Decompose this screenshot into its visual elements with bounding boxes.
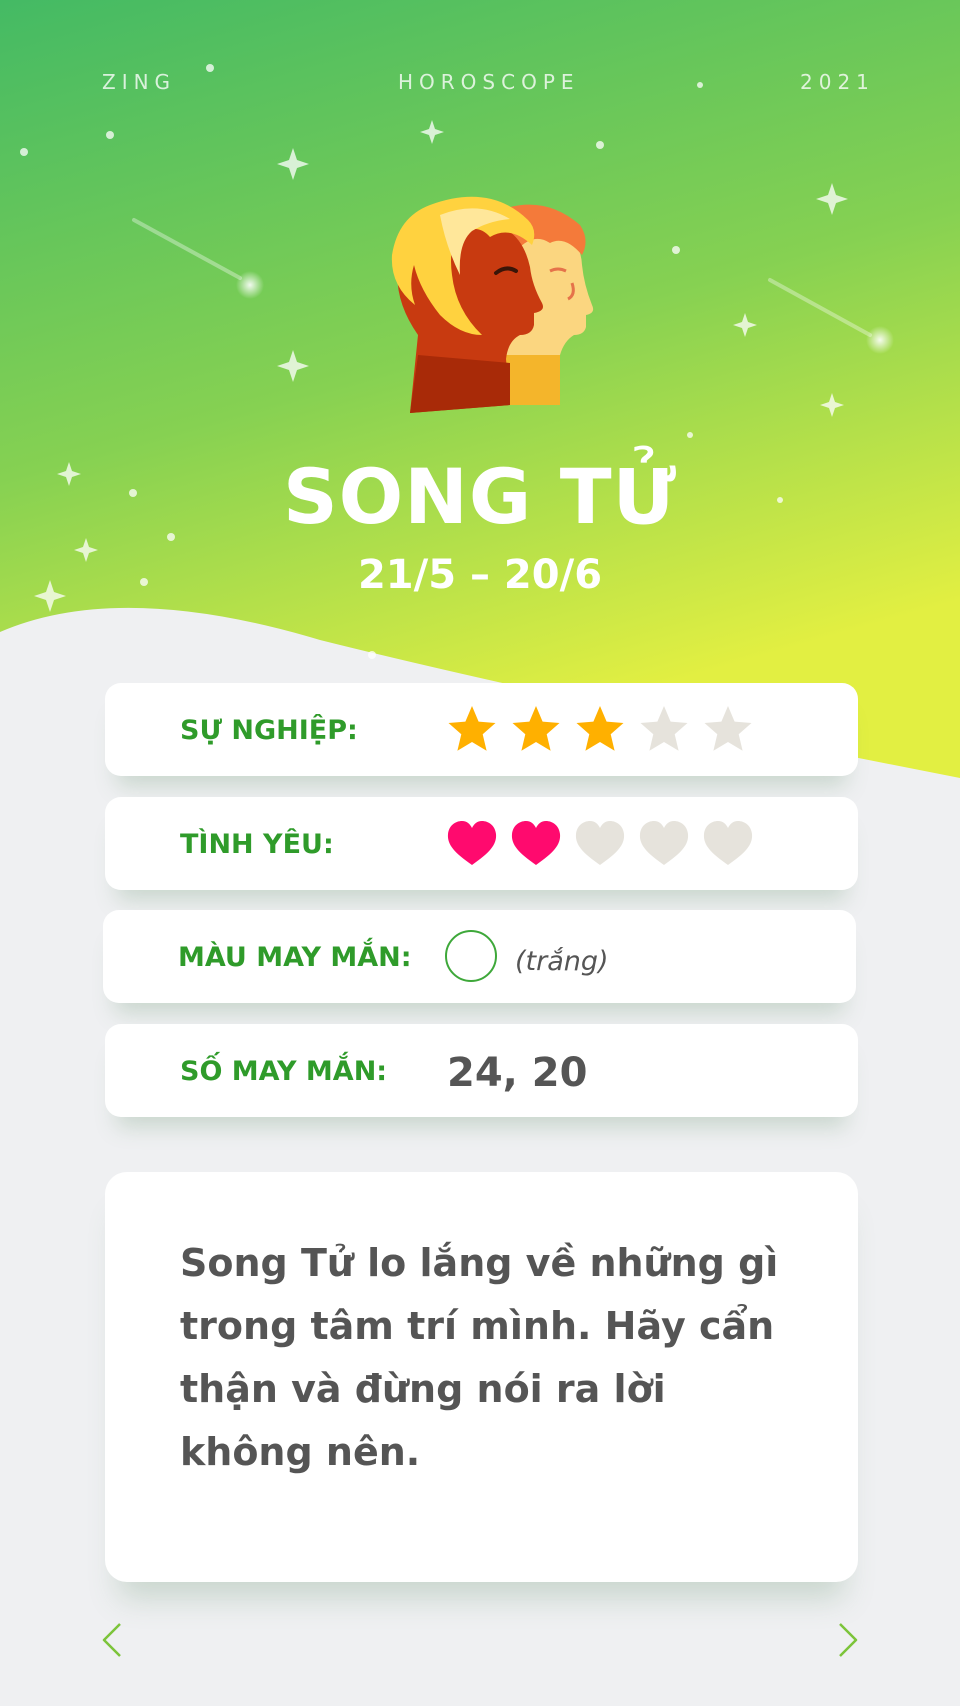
sign-name: SONG TỬ xyxy=(282,452,678,541)
love-card: TÌNH YÊU: xyxy=(105,797,858,890)
heart-icon xyxy=(447,821,497,865)
career-rating xyxy=(445,703,755,757)
top-bar: ZING HOROSCOPE 2021 xyxy=(0,70,960,94)
star-icon xyxy=(640,706,688,751)
lucky-color-swatch xyxy=(445,930,497,982)
lucky-color-card: MÀU MAY MẮN: (trắng) xyxy=(103,910,856,1003)
star-icon xyxy=(512,706,560,751)
lucky-color-label: MÀU MAY MẮN: xyxy=(178,942,412,973)
twin-heads-icon xyxy=(391,196,594,413)
section-label: HOROSCOPE xyxy=(398,70,580,94)
lucky-color-name: (trắng) xyxy=(515,946,609,977)
career-label: SỰ NGHIỆP: xyxy=(180,715,358,746)
chevron-left-icon[interactable] xyxy=(100,1622,128,1658)
heart-icon xyxy=(511,821,561,865)
star-icon xyxy=(704,706,752,751)
lucky-number-label: SỐ MAY MẮN: xyxy=(180,1056,388,1087)
chevron-right-icon[interactable] xyxy=(832,1622,860,1658)
heart-icon xyxy=(575,821,625,865)
lucky-number-card: SỐ MAY MẮN: 24, 20 xyxy=(105,1024,858,1117)
career-card: SỰ NGHIỆP: xyxy=(105,683,858,776)
brand-label: ZING xyxy=(102,70,177,94)
lucky-number-value: 24, 20 xyxy=(447,1050,588,1096)
star-icon xyxy=(576,706,624,751)
sign-dates: 21/5 – 20/6 xyxy=(357,552,603,598)
description-card: Song Tử lo lắng về những gì trong tâm tr… xyxy=(105,1172,858,1582)
love-label: TÌNH YÊU: xyxy=(180,829,334,860)
year-label: 2021 xyxy=(800,70,875,94)
heart-icon xyxy=(703,821,753,865)
heart-icon xyxy=(639,821,689,865)
star-icon xyxy=(448,706,496,751)
love-rating xyxy=(445,817,755,871)
description-text: Song Tử lo lắng về những gì trong tâm tr… xyxy=(180,1241,779,1474)
